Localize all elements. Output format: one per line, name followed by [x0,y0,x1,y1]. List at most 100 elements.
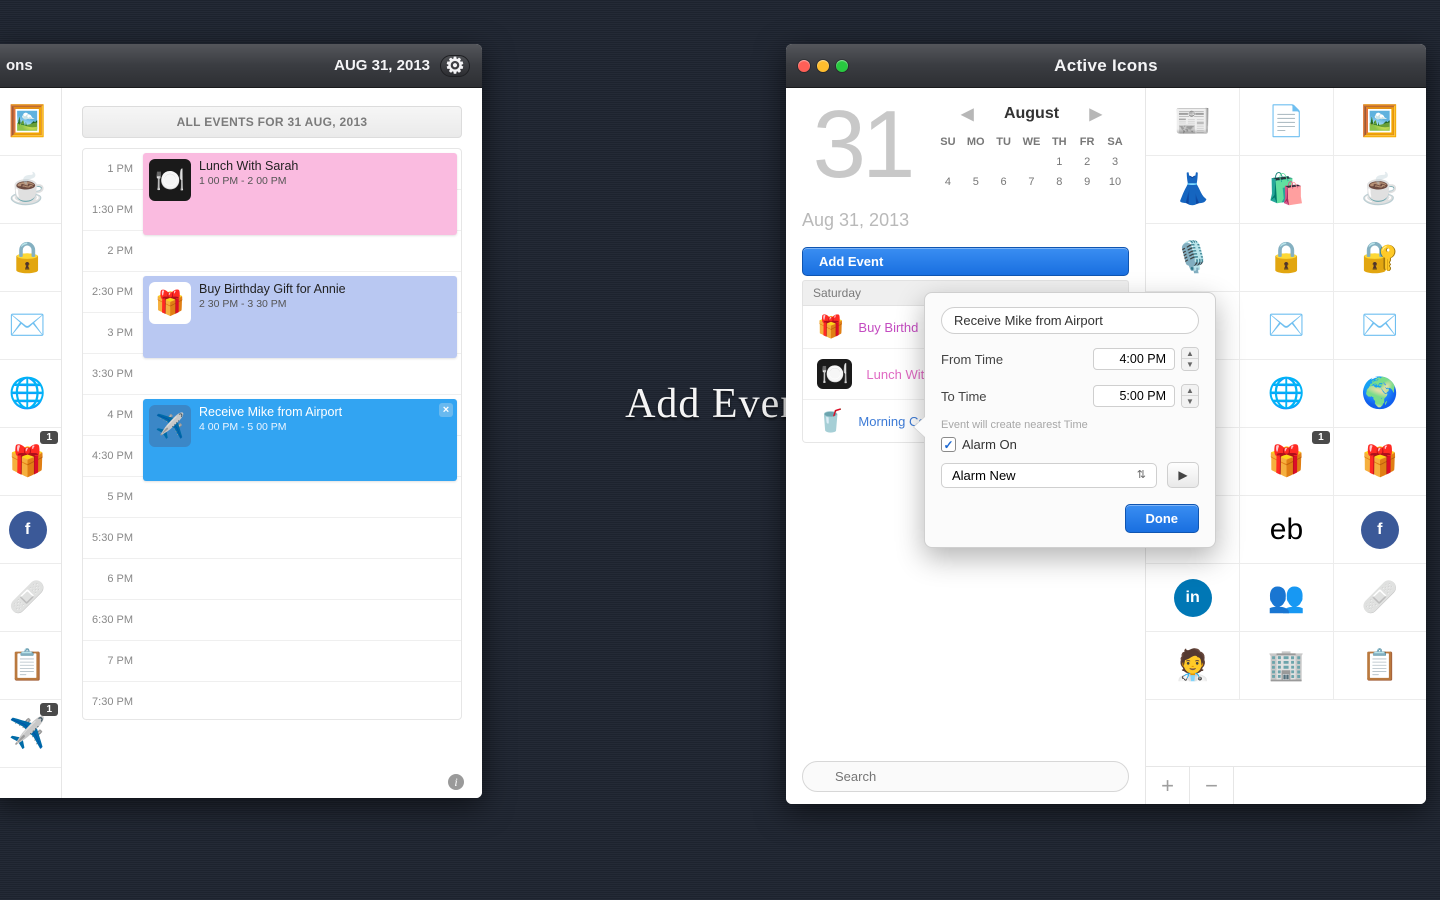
grid-remove-button[interactable]: − [1190,767,1234,804]
facebook-icon[interactable]: f [1333,496,1426,564]
settings-button[interactable]: ⚙ [440,55,470,77]
doctor-icon: 🧑‍⚕️ [1174,651,1211,681]
ebay-icon[interactable]: eb [1239,496,1332,564]
gear-icon: ⚙ [445,55,465,77]
hour-row: 5 PM [83,477,461,518]
linkedin-icon: in [1174,579,1212,617]
photo-icon[interactable]: 🖼️ [1333,88,1426,156]
event-block[interactable]: 🍽️ Lunch With Sarah 1 00 PM - 2 00 PM [143,153,457,235]
weekday-label: FR [1073,132,1101,152]
weekday-label: SU [934,132,962,152]
hour-label: 3 PM [83,313,143,353]
chalkboard-icon: 📋 [9,651,46,681]
bag-icon[interactable]: 🛍️ [1239,156,1332,224]
mail2-icon[interactable]: ✉️ [1333,292,1426,360]
medkit-icon[interactable]: 🩹 [1333,564,1426,632]
hour-label: 2:30 PM [83,272,143,312]
calendar-day[interactable]: 7 [1018,172,1046,192]
calendar-day[interactable]: 1 [1045,152,1073,172]
calendar-day [990,152,1018,172]
chevron-updown-icon: ⇅ [1137,468,1146,483]
left-title-date: AUG 31, 2013 [334,57,430,74]
safe2-icon[interactable]: 🔐 [1333,224,1426,292]
hour-label: 6:30 PM [83,600,143,640]
facebook-icon[interactable]: f [0,496,61,564]
hour-row: 2 PM [83,231,461,272]
newspaper-icon[interactable]: 📰 [1146,88,1239,156]
gift2-icon: 🎁 [1361,447,1398,477]
window-zoom-button[interactable] [836,60,848,72]
window-minimize-button[interactable] [817,60,829,72]
calendar-day[interactable]: 5 [962,172,990,192]
facebook-icon: f [1361,511,1399,549]
chalkboard-icon[interactable]: 📋 [0,632,61,700]
day-timeline[interactable]: 1 PM1:30 PM2 PM2:30 PM3 PM3:30 PM4 PM4:3… [82,148,462,720]
office-icon[interactable]: 🏢 [1239,632,1332,700]
note-icon[interactable]: 📄 [1239,88,1332,156]
newspaper-icon: 📰 [1174,107,1211,137]
safe2-icon: 🔐 [1361,243,1398,273]
event-block[interactable]: 🎁 Buy Birthday Gift for Annie 2 30 PM - … [143,276,457,358]
medkit-icon[interactable]: 🩹 [0,564,61,632]
from-time-stepper[interactable]: ▲▼ [1181,347,1199,371]
globe2-icon[interactable]: 🌍 [1333,360,1426,428]
alarm-checkbox[interactable]: ✓ [941,437,956,452]
alarm-select[interactable]: Alarm New ⇅ [941,463,1157,488]
add-event-button[interactable]: Add Event [802,247,1129,276]
from-time-input[interactable] [1093,348,1175,370]
window-close-button[interactable] [798,60,810,72]
event-title-input[interactable] [941,307,1199,334]
doctor-icon[interactable]: 🧑‍⚕️ [1146,632,1239,700]
photo-icon[interactable]: 🖼️ [0,88,61,156]
hour-label: 6 PM [83,559,143,599]
mic-icon[interactable]: 🎙️ [1146,224,1239,292]
calendar-day [962,152,990,172]
mail-icon[interactable]: ✉️ [1239,292,1332,360]
play-alarm-button[interactable]: ▶ [1167,462,1199,488]
calendar-day[interactable]: 3 [1101,152,1129,172]
bag-icon: 🛍️ [1268,175,1305,205]
hour-label: 1 PM [83,149,143,189]
grid-footer: + − [1146,766,1426,804]
mail-icon[interactable]: ✉️ [0,292,61,360]
left-icon-strip: 🖼️☕🔒✉️🌐🎁1f🩹📋✈️1 [0,88,62,798]
calendar-day[interactable]: 8 [1045,172,1073,192]
next-month-button[interactable]: ▶ [1090,104,1102,124]
calendar-day[interactable]: 2 [1073,152,1101,172]
calendar-day[interactable]: 10 [1101,172,1129,192]
hour-row: 6 PM [83,559,461,600]
badge: 1 [40,703,58,716]
prev-month-button[interactable]: ◀ [961,104,973,124]
left-title-partial: ons [6,57,33,74]
mannequin-icon: 👗 [1174,175,1211,205]
coffee-icon[interactable]: ☕ [1333,156,1426,224]
mannequin-icon[interactable]: 👗 [1146,156,1239,224]
grid-add-button[interactable]: + [1146,767,1190,804]
safe-icon[interactable]: 🔒 [1239,224,1332,292]
calendar-day[interactable]: 6 [990,172,1018,192]
note-icon: 📄 [1268,107,1305,137]
add-event-popover: From Time ▲▼ To Time ▲▼ Event will creat… [924,292,1216,548]
event-title: Buy Birthday Gift for Annie [199,282,449,296]
gift-icon: 🎁 [9,447,46,477]
globe-icon[interactable]: 🌐 [1239,360,1332,428]
search-input[interactable] [802,761,1129,792]
people-icon[interactable]: 👥 [1239,564,1332,632]
large-day-number: 31 [802,104,922,186]
done-button[interactable]: Done [1125,504,1200,533]
airplane-icon[interactable]: ✈️1 [0,700,61,768]
calendar-day[interactable]: 4 [934,172,962,192]
linkedin-icon[interactable]: in [1146,564,1239,632]
coffee-icon[interactable]: ☕ [0,156,61,224]
safe-icon[interactable]: 🔒 [0,224,61,292]
from-time-label: From Time [941,352,1093,367]
gift-icon[interactable]: 🎁1 [1239,428,1332,496]
gift-icon[interactable]: 🎁1 [0,428,61,496]
chalkboard-icon[interactable]: 📋 [1333,632,1426,700]
gift2-icon[interactable]: 🎁 [1333,428,1426,496]
month-label: August [992,105,1072,123]
calendar-day[interactable]: 9 [1073,172,1101,192]
to-time-stepper[interactable]: ▲▼ [1181,384,1199,408]
info-icon[interactable]: i [448,774,464,790]
to-time-input[interactable] [1093,385,1175,407]
